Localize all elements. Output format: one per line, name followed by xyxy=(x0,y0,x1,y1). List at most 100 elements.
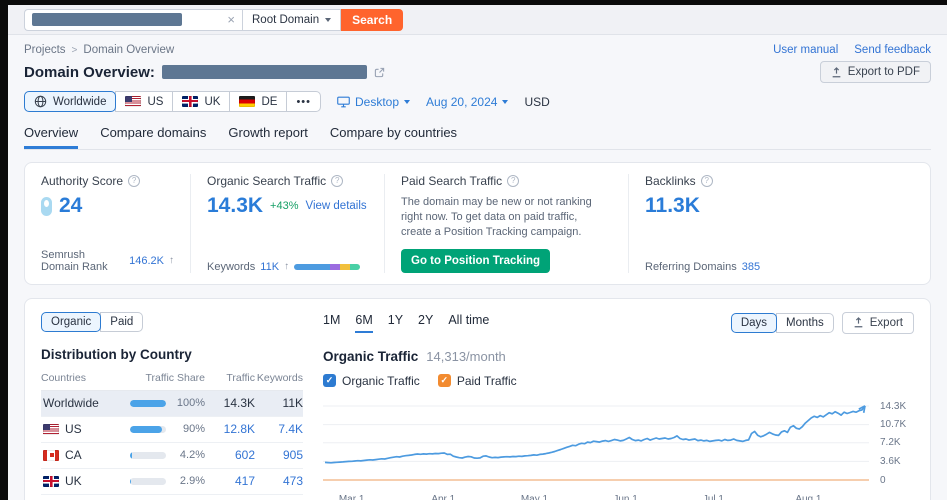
breadcrumb-domain-overview: Domain Overview xyxy=(83,44,174,56)
referring-domains-label: Referring Domains xyxy=(645,261,737,273)
legend-item-organic-traffic[interactable]: Organic Traffic xyxy=(323,374,420,388)
organic-traffic-chart-title: Organic Traffic xyxy=(323,349,418,364)
keywords-value[interactable]: 11K xyxy=(260,261,279,273)
redacted-domain-text xyxy=(32,13,182,26)
region-us-button[interactable]: US xyxy=(115,91,173,112)
authority-score-value: 24 xyxy=(59,194,82,218)
region-worldwide-button[interactable]: Worldwide xyxy=(24,91,116,112)
external-link-icon[interactable] xyxy=(374,67,385,78)
device-label: Desktop xyxy=(355,95,399,109)
col-traffic: Traffic xyxy=(205,372,255,384)
organic-traffic-delta: +43% xyxy=(270,200,298,212)
paid-traffic-message: The domain may be new or not ranking rig… xyxy=(401,195,597,241)
organic-traffic-chart: 14.3K10.7K7.2K3.6K0 xyxy=(323,398,914,490)
domain-rank-value[interactable]: 146.2K xyxy=(129,255,164,267)
mode-organic-button[interactable]: Organic xyxy=(41,312,101,332)
share-percent: 2.9% xyxy=(173,475,205,487)
range-2y[interactable]: 2Y xyxy=(418,313,433,333)
share-bar xyxy=(130,400,166,407)
region-toggle-group: Worldwide US UK DE ••• xyxy=(24,91,321,112)
more-regions-button[interactable]: ••• xyxy=(286,91,321,112)
view-details-link[interactable]: View details xyxy=(306,200,367,212)
range-1y[interactable]: 1Y xyxy=(388,313,403,333)
uk-flag-icon xyxy=(43,476,59,487)
tab-compare-domains[interactable]: Compare domains xyxy=(100,125,206,149)
range-6m[interactable]: 6M xyxy=(355,313,372,333)
tab-compare-by-countries[interactable]: Compare by countries xyxy=(330,125,457,149)
tab-overview[interactable]: Overview xyxy=(24,125,78,149)
screen-left-edge xyxy=(0,0,8,500)
page-title: Domain Overview: xyxy=(24,64,155,81)
x-axis-labels: Mar 1Apr 1May 1Jun 1Jul 1Aug 1 xyxy=(323,492,872,500)
checkbox-checked-icon xyxy=(323,374,336,387)
region-de-button[interactable]: DE xyxy=(229,91,287,112)
granularity-days-button[interactable]: Days xyxy=(731,313,777,333)
table-row[interactable]: UK 2.9%417473 xyxy=(41,469,303,495)
paid-search-traffic-section: Paid Search Traffic The domain may be ne… xyxy=(401,174,629,273)
traffic-value[interactable]: 12.8K xyxy=(205,422,255,436)
domain-rank-label: Semrush Domain Rank xyxy=(41,249,124,273)
organic-search-traffic-section: Organic Search Traffic 14.3K +43% View d… xyxy=(207,174,385,273)
table-row[interactable]: CA4.2%602905 xyxy=(41,443,303,469)
backlinks-section: Backlinks 11.3K Referring Domains 385 xyxy=(645,174,815,273)
distribution-by-country-title: Distribution by Country xyxy=(41,347,303,362)
search-scope-select[interactable]: Root Domain xyxy=(242,9,341,31)
table-row[interactable]: Other3.4%4812.2K xyxy=(41,495,303,500)
granularity-months-button[interactable]: Months xyxy=(776,313,834,333)
share-percent: 100% xyxy=(173,397,205,409)
export-button[interactable]: Export xyxy=(842,312,914,334)
send-feedback-link[interactable]: Send feedback xyxy=(854,44,931,56)
referring-domains-value[interactable]: 385 xyxy=(742,261,760,273)
y-axis-label: 10.7K xyxy=(880,419,906,430)
table-row[interactable]: Worldwide100%14.3K11K xyxy=(41,391,303,417)
keywords-value[interactable]: 7.4K xyxy=(255,422,303,436)
info-icon[interactable] xyxy=(701,175,713,187)
user-manual-link[interactable]: User manual xyxy=(773,44,838,56)
col-traffic-share: Traffic Share xyxy=(125,372,205,384)
y-axis-label: 14.3K xyxy=(880,401,906,412)
globe-icon xyxy=(34,95,47,108)
tab-growth-report[interactable]: Growth report xyxy=(228,125,307,149)
backlinks-value: 11.3K xyxy=(645,194,700,218)
country-cell: CA xyxy=(41,448,125,462)
up-arrow-icon: ↑ xyxy=(284,261,289,272)
main-tabs: Overview Compare domains Growth report Comp… xyxy=(24,125,931,150)
search-button[interactable]: Search xyxy=(341,9,403,31)
organic-traffic-value: 14.3K xyxy=(207,194,263,218)
authority-gauge-icon xyxy=(41,197,52,216)
chevron-down-icon xyxy=(502,100,508,104)
legend-item-paid-traffic[interactable]: Paid Traffic xyxy=(438,374,517,388)
breadcrumb-projects[interactable]: Projects xyxy=(24,44,66,56)
share-bar xyxy=(130,426,166,433)
country-name: CA xyxy=(65,448,82,462)
keywords-value[interactable]: 905 xyxy=(255,448,303,462)
distribution-table-body: Worldwide100%14.3K11KUS90%12.8K7.4KCA4.2… xyxy=(41,391,303,500)
up-arrow-icon: ↑ xyxy=(169,255,174,266)
device-select[interactable]: Desktop xyxy=(337,95,410,109)
table-row[interactable]: US90%12.8K7.4K xyxy=(41,417,303,443)
domain-search-input[interactable]: × xyxy=(24,9,242,31)
info-icon[interactable] xyxy=(331,175,343,187)
range-all-time[interactable]: All time xyxy=(448,313,489,333)
traffic-value[interactable]: 602 xyxy=(205,448,255,462)
info-icon[interactable] xyxy=(507,175,519,187)
date-select[interactable]: Aug 20, 2024 xyxy=(426,95,508,109)
info-icon[interactable] xyxy=(128,175,140,187)
redacted-domain-name xyxy=(162,65,367,79)
keywords-value[interactable]: 473 xyxy=(255,474,303,488)
distribution-table-header: Countries Traffic Share Traffic Keywords xyxy=(41,366,303,391)
organic-traffic-legend: Organic Traffic Paid Traffic xyxy=(323,374,914,388)
region-uk-label: UK xyxy=(204,96,220,108)
range-1m[interactable]: 1M xyxy=(323,313,340,333)
metrics-card: Authority Score 24 Semrush Domain Rank 1… xyxy=(24,162,931,285)
clear-search-icon[interactable]: × xyxy=(227,13,235,26)
mode-paid-button[interactable]: Paid xyxy=(100,312,143,332)
ca-flag-icon xyxy=(43,450,59,461)
traffic-value[interactable]: 417 xyxy=(205,474,255,488)
region-uk-button[interactable]: UK xyxy=(172,91,230,112)
paid-traffic-label: Paid Search Traffic xyxy=(401,174,502,188)
export-to-pdf-button[interactable]: Export to PDF xyxy=(820,61,931,83)
country-cell: UK xyxy=(41,474,125,488)
go-to-position-tracking-button[interactable]: Go to Position Tracking xyxy=(401,249,550,273)
share-percent: 90% xyxy=(173,423,205,435)
